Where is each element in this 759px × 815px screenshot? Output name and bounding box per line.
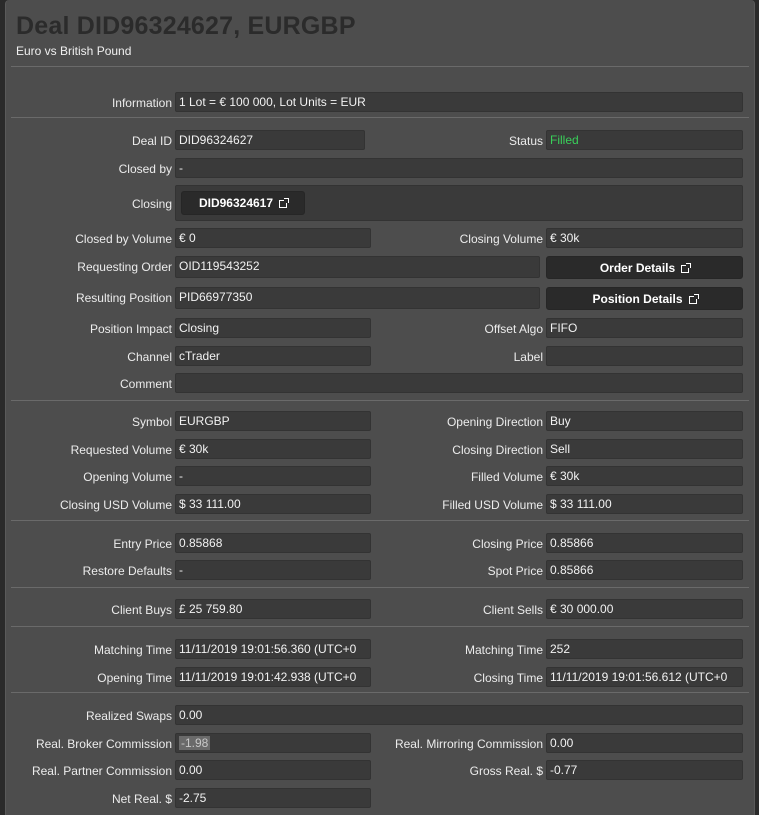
filled-usd-volume-field: $ 33 111.00 <box>546 494 743 514</box>
position-impact-field: Closing <box>175 318 371 338</box>
entry-price-label: Entry Price <box>113 537 172 551</box>
closing-usd-volume-field: $ 33 111.00 <box>175 494 371 514</box>
client-sells-label: Client Sells <box>482 603 543 617</box>
mirroring-commission-label: Real. Mirroring Commission <box>394 737 543 751</box>
symbol-field: EURGBP <box>175 411 371 431</box>
gross-real-label: Gross Real. $ <box>469 764 543 778</box>
resulting-position-field: PID66977350 <box>175 287 540 309</box>
closed-by-volume-label: Closed by Volume <box>75 232 172 246</box>
opening-volume-label: Opening Volume <box>83 470 172 484</box>
requested-volume-label: Requested Volume <box>70 443 172 457</box>
filled-usd-volume-label: Filled USD Volume <box>442 498 543 512</box>
client-buys-field: £ 25 759.80 <box>175 599 371 619</box>
comment-label: Comment <box>119 377 172 391</box>
partner-commission-field: 0.00 <box>175 760 371 780</box>
divider <box>11 587 749 588</box>
closed-by-volume-field: € 0 <box>175 228 371 248</box>
order-details-label: Order Details <box>599 261 676 275</box>
opening-direction-label: Opening Direction <box>446 415 543 429</box>
deal-details-panel: Deal DID96324627, EURGBP Euro vs British… <box>5 0 755 815</box>
closing-label: Closing <box>131 197 172 211</box>
realized-swaps-label: Realized Swaps <box>85 709 172 723</box>
gross-real-field: -0.77 <box>546 760 743 780</box>
channel-label: Channel <box>127 350 172 364</box>
client-buys-label: Client Buys <box>111 603 172 617</box>
restore-defaults-label: Restore Defaults <box>82 564 172 578</box>
spot-price-label: Spot Price <box>487 564 543 578</box>
realized-swaps-field: 0.00 <box>175 705 743 725</box>
divider <box>11 626 749 627</box>
closing-time-field: 11/11/2019 19:01:56.612 (UTC+0 <box>546 667 743 687</box>
status-field: Filled <box>546 130 743 150</box>
closing-volume-label: Closing Volume <box>459 232 543 246</box>
label-field <box>546 346 743 366</box>
matching-time-2-label: Matching Time <box>464 643 543 657</box>
filled-volume-label: Filled Volume <box>470 470 543 484</box>
spot-price-field: 0.85866 <box>546 560 743 580</box>
comment-field <box>175 373 743 393</box>
matching-time-field: 11/11/2019 19:01:56.360 (UTC+0 <box>175 639 371 659</box>
mirroring-commission-field: 0.00 <box>546 733 743 753</box>
client-sells-field: € 30 000.00 <box>546 599 743 619</box>
net-real-label: Net Real. $ <box>111 792 172 806</box>
offset-algo-field: FIFO <box>546 318 743 338</box>
entry-price-field: 0.85868 <box>175 533 371 553</box>
resulting-position-label: Resulting Position <box>75 291 172 305</box>
closing-deal-id: DID96324617 <box>198 196 274 210</box>
divider <box>11 520 749 521</box>
opening-time-field: 11/11/2019 19:01:42.938 (UTC+0 <box>175 667 371 687</box>
matching-time-label: Matching Time <box>93 643 172 657</box>
label-label: Label <box>513 350 543 364</box>
page-subtitle: Euro vs British Pound <box>16 44 132 58</box>
closing-volume-field: € 30k <box>546 228 743 248</box>
symbol-label: Symbol <box>131 415 172 429</box>
order-details-button[interactable]: Order Details <box>546 256 743 279</box>
requesting-order-field: OID119543252 <box>175 256 540 278</box>
partner-commission-label: Real. Partner Commission <box>31 764 172 778</box>
closing-usd-volume-label: Closing USD Volume <box>59 498 172 512</box>
broker-commission-label: Real. Broker Commission <box>35 737 172 751</box>
broker-commission-field: -1.98 <box>175 733 371 753</box>
opening-volume-field: - <box>175 466 371 486</box>
closing-direction-field: Sell <box>546 439 743 459</box>
information-label: Information <box>111 96 172 110</box>
offset-algo-label: Offset Algo <box>484 322 543 336</box>
divider <box>11 400 749 401</box>
closing-time-label: Closing Time <box>473 671 543 685</box>
closing-direction-label: Closing Direction <box>452 443 543 457</box>
requested-volume-field: € 30k <box>175 439 371 459</box>
restore-defaults-field: - <box>175 560 371 580</box>
requesting-order-label: Requesting Order <box>77 260 172 274</box>
closed-by-label: Closed by <box>118 162 172 176</box>
external-link-icon <box>681 262 692 273</box>
information-field: 1 Lot = € 100 000, Lot Units = EUR <box>175 92 743 112</box>
divider <box>11 117 749 118</box>
closed-by-field: - <box>175 158 743 178</box>
filled-volume-field: € 30k <box>546 466 743 486</box>
page-title: Deal DID96324627, EURGBP <box>16 12 356 40</box>
closing-price-field: 0.85866 <box>546 533 743 553</box>
divider <box>11 66 749 67</box>
net-real-field: -2.75 <box>175 788 371 808</box>
status-label: Status <box>508 134 543 148</box>
opening-time-label: Opening Time <box>97 671 172 685</box>
deal-id-label: Deal ID <box>131 134 172 148</box>
external-link-icon <box>279 197 290 208</box>
matching-time-2-field: 252 <box>546 639 743 659</box>
position-details-label: Position Details <box>592 292 683 306</box>
closing-deal-link-button[interactable]: DID96324617 <box>181 191 305 215</box>
divider <box>11 692 749 693</box>
deal-id-field: DID96324627 <box>175 130 365 150</box>
closing-price-label: Closing Price <box>472 537 543 551</box>
channel-field: cTrader <box>175 346 371 366</box>
position-details-button[interactable]: Position Details <box>546 287 743 310</box>
broker-commission-value: -1.98 <box>179 736 211 750</box>
position-impact-label: Position Impact <box>89 322 172 336</box>
external-link-icon <box>688 293 699 304</box>
opening-direction-field: Buy <box>546 411 743 431</box>
